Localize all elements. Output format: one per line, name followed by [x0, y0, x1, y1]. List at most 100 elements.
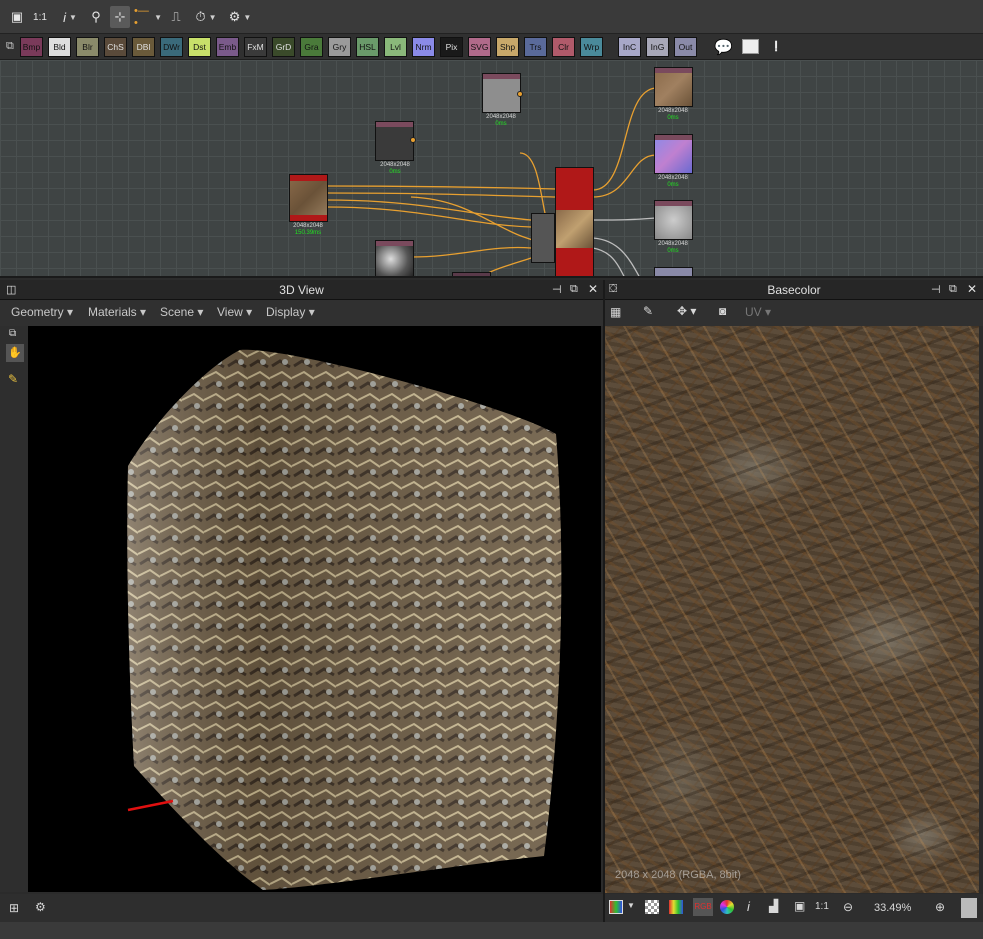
- palette-node-pix[interactable]: Pix: [440, 37, 463, 57]
- frame-icon[interactable]: [742, 39, 759, 54]
- node-graph[interactable]: 2048x2048 0ms 2048x2048 0ms 2048x2048 15…: [0, 60, 983, 278]
- node-size-label: 2048x2048: [658, 108, 688, 114]
- palette-node-hsl[interactable]: HSL: [356, 37, 379, 57]
- close-icon[interactable]: ✕: [588, 282, 598, 296]
- graph-output-partial[interactable]: [654, 267, 693, 276]
- float-icon[interactable]: ⧉: [570, 283, 578, 296]
- zoom-in-icon[interactable]: ⊕: [935, 900, 945, 914]
- palette-node-inc[interactable]: InC: [618, 37, 641, 57]
- node-output-port[interactable]: [517, 91, 523, 97]
- channel-select-icon[interactable]: [609, 900, 623, 914]
- channels-icon[interactable]: ▦: [610, 305, 621, 319]
- light-icon[interactable]: ✎: [8, 372, 18, 386]
- palette-node-blr[interactable]: Blr: [76, 37, 99, 57]
- palette-node-lvl[interactable]: Lvl: [384, 37, 407, 57]
- graph-node-uniform[interactable]: [482, 73, 523, 113]
- menu-materials[interactable]: Materials ▾: [88, 305, 146, 319]
- popout-icon[interactable]: ⧉: [9, 328, 16, 339]
- node-size-label: 2048x2048: [380, 162, 410, 168]
- fit-view-icon[interactable]: ▣: [794, 899, 805, 913]
- alpha-checker-icon[interactable]: [645, 900, 659, 914]
- edit-icon[interactable]: ✎: [643, 304, 653, 318]
- scene-tree-icon[interactable]: ⊞: [9, 901, 19, 915]
- color-mode-icon[interactable]: [669, 900, 683, 914]
- camera-icon[interactable]: ✋: [6, 344, 24, 362]
- pin-icon[interactable]: ⊣: [552, 283, 562, 296]
- close-icon[interactable]: ✕: [967, 282, 977, 296]
- search-icon[interactable]: ⚲: [88, 6, 104, 28]
- zoom-1to1-button[interactable]: 1:1: [30, 6, 50, 28]
- node-time-label: 0ms: [667, 248, 679, 254]
- graph-node-material[interactable]: [555, 167, 594, 276]
- basecolor-preview[interactable]: 2048 x 2048 (RGBA, 8bit): [605, 326, 979, 893]
- palette-node-bmp[interactable]: Bmp: [20, 37, 43, 57]
- palette-node-dbl[interactable]: DBl: [132, 37, 155, 57]
- transform-icon[interactable]: ✥ ▾: [677, 304, 696, 318]
- node-time-label: 0ms: [667, 182, 679, 188]
- info-icon[interactable]: i: [747, 899, 750, 914]
- graph-node-bitmap-source[interactable]: [289, 174, 328, 222]
- palette-node-out[interactable]: Out: [674, 37, 697, 57]
- textured-cube: [127, 349, 562, 890]
- graph-node-dark[interactable]: [375, 121, 416, 161]
- zoom-out-icon[interactable]: ⊖: [843, 900, 853, 914]
- palette-node-gry[interactable]: Gry: [328, 37, 351, 57]
- resolution-overlay: 2048 x 2048 (RGBA, 8bit): [615, 869, 741, 881]
- scrollbar-thumb[interactable]: [961, 898, 977, 918]
- fit-view-icon[interactable]: ▣: [8, 6, 26, 28]
- view3d-viewport[interactable]: [28, 326, 601, 892]
- menu-geometry[interactable]: Geometry ▾: [11, 305, 73, 319]
- view3d-statusbar: ⊞ ⚙: [0, 894, 603, 922]
- color-wheel-icon[interactable]: [720, 900, 734, 914]
- snapshot-icon[interactable]: ◙: [719, 304, 726, 318]
- palette-node-chs[interactable]: ChS: [104, 37, 127, 57]
- menu-display[interactable]: Display ▾: [266, 305, 315, 319]
- settings-icon[interactable]: ⚙: [35, 900, 46, 914]
- graph-output-normal[interactable]: [654, 134, 693, 174]
- rgb-toggle-icon[interactable]: RGB: [693, 898, 713, 916]
- gear-icon[interactable]: ⚙ ▼: [226, 6, 254, 28]
- node-output-port[interactable]: [410, 137, 416, 143]
- graph-node-partial[interactable]: [452, 272, 491, 276]
- palette-node-trs[interactable]: Trs: [524, 37, 547, 57]
- stair-icon[interactable]: ⎍: [168, 6, 184, 28]
- graph-node-grayscale[interactable]: [375, 240, 414, 276]
- palette-node-bld[interactable]: Bld: [48, 37, 71, 57]
- pin-icon[interactable]: ⵑ: [774, 38, 778, 55]
- link-style-icon[interactable]: •—• ▼: [134, 5, 162, 29]
- comment-icon[interactable]: 💬: [714, 38, 733, 56]
- node-size-label: 2048x2048: [658, 241, 688, 247]
- palette-node-grd[interactable]: GrD: [272, 37, 295, 57]
- timer-icon[interactable]: ⏱ ▼: [192, 6, 220, 28]
- palette-node-clr[interactable]: Clr: [552, 37, 575, 57]
- zoom-level: 33.49%: [874, 902, 912, 914]
- graph-output-basecolor[interactable]: [654, 67, 693, 107]
- palette-node-gra[interactable]: Gra: [300, 37, 323, 57]
- palette-node-dst[interactable]: Dst: [188, 37, 211, 57]
- x-axis-gizmo: [127, 799, 174, 812]
- graph-output-roughness[interactable]: [654, 200, 693, 240]
- histogram-icon[interactable]: ▟: [769, 899, 778, 913]
- palette-node-fxm[interactable]: FxM: [244, 37, 267, 57]
- info-icon[interactable]: i ▼: [56, 6, 84, 28]
- menu-scene[interactable]: Scene ▾: [160, 305, 203, 319]
- palette-node-shp[interactable]: Shp: [496, 37, 519, 57]
- pin-icon[interactable]: ⊣: [931, 283, 941, 296]
- menu-view[interactable]: View ▾: [217, 305, 252, 319]
- cube-icon: ◫: [6, 284, 17, 296]
- chevron-down-icon[interactable]: ▼: [627, 901, 635, 910]
- palette-node-svg[interactable]: SVG: [468, 37, 491, 57]
- view2d-toolbar: ▦ ✎ ✥ ▾ ◙ UV ▾: [605, 300, 983, 326]
- uv-toggle[interactable]: UV ▾: [745, 305, 771, 319]
- palette-node-emb[interactable]: Emb: [216, 37, 239, 57]
- zoom-1to1-button[interactable]: 1:1: [815, 901, 829, 912]
- palette-node-dwr[interactable]: DWr: [160, 37, 183, 57]
- float-icon[interactable]: ⧉: [949, 283, 957, 296]
- node-size-label: 2048x2048: [658, 175, 688, 181]
- palette-node-nrm[interactable]: Nrm: [412, 37, 435, 57]
- palette-expand-icon[interactable]: ⧉: [6, 40, 14, 53]
- snap-icon[interactable]: ⊹: [110, 6, 130, 28]
- graph-toolbar: ▣ 1:1 i ▼ ⚲ ⊹ •—• ▼ ⎍ ⏱ ▼ ⚙ ▼: [0, 0, 983, 34]
- palette-node-ing[interactable]: InG: [646, 37, 669, 57]
- palette-node-wrp[interactable]: Wrp: [580, 37, 603, 57]
